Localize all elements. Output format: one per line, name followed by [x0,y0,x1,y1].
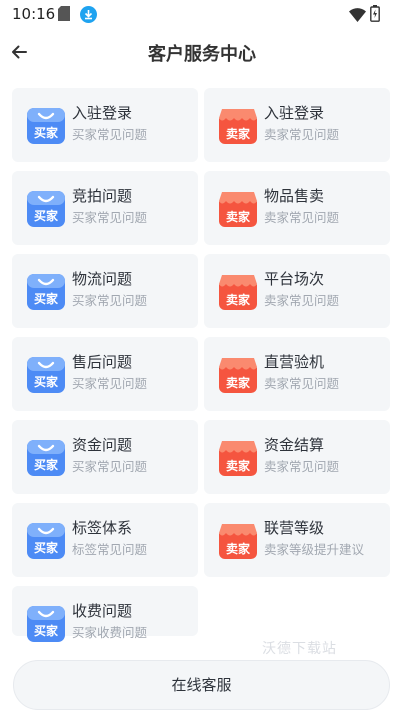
buyer-bag-icon: 买家 [26,272,66,312]
help-topic-subtitle: 买家常见问题 [72,127,148,142]
seller-shop-icon: 卖家 [218,106,258,146]
status-time: 10:16 [12,5,56,23]
svg-text:卖家: 卖家 [226,126,251,141]
online-service-button[interactable]: 在线客服 [13,660,390,710]
help-topic-title: 售后问题 [72,353,133,371]
help-topic-card[interactable]: 买家 标签体系标签常见问题 [12,503,198,577]
help-topic-card[interactable]: 买家 入驻登录买家常见问题 [12,88,198,162]
help-topic-subtitle: 买家收费问题 [72,625,148,640]
page-title: 客户服务中心 [148,44,256,65]
help-topic-subtitle: 买家常见问题 [72,293,148,308]
download-icon [80,6,97,27]
help-topic-card[interactable]: 买家 收费问题 买家收费问题 [12,586,198,642]
help-topic-card[interactable]: 卖家 物品售卖卖家常见问题 [204,171,390,245]
help-topic-title: 竞拍问题 [72,187,133,205]
seller-shop-icon: 卖家 [218,355,258,395]
seller-shop-icon: 卖家 [218,189,258,229]
help-topic-card[interactable]: 买家 资金问题买家常见问题 [12,420,198,494]
help-topic-subtitle: 卖家等级提升建议 [264,542,365,557]
status-bar: 10:16 [0,0,404,32]
svg-text:卖家: 卖家 [226,541,251,556]
sd-card-icon [58,6,70,25]
buyer-bag-icon: 买家 [26,604,66,644]
svg-text:买家: 买家 [34,623,59,638]
buyer-bag-icon: 买家 [26,355,66,395]
help-topic-title: 物流问题 [72,270,133,288]
help-topic-title: 资金结算 [264,436,325,454]
help-topic-title: 收费问题 [72,602,133,620]
battery-icon [370,5,380,26]
nav-bar: 客户服务中心 [0,32,404,76]
help-topic-title: 标签体系 [72,519,133,537]
wifi-icon [349,7,366,26]
svg-text:买家: 买家 [34,125,59,140]
seller-shop-icon: 卖家 [218,521,258,561]
seller-shop-icon: 卖家 [218,438,258,478]
svg-text:卖家: 卖家 [226,292,251,307]
help-topic-title: 入驻登录 [264,104,325,122]
help-topic-card[interactable]: 卖家 资金结算卖家常见问题 [204,420,390,494]
help-topic-subtitle: 买家常见问题 [72,376,148,391]
help-topic-subtitle: 卖家常见问题 [264,127,340,142]
help-topic-subtitle: 买家常见问题 [72,459,148,474]
help-topic-subtitle: 标签常见问题 [72,542,148,557]
help-topic-subtitle: 卖家常见问题 [264,376,340,391]
help-topic-subtitle: 卖家常见问题 [264,210,340,225]
help-topic-title: 直营验机 [264,353,325,371]
buyer-bag-icon: 买家 [26,189,66,229]
svg-text:买家: 买家 [34,457,59,472]
seller-shop-icon: 卖家 [218,272,258,312]
watermark-text: 沃德下载站 [262,641,337,657]
help-topic-card[interactable]: 买家 售后问题买家常见问题 [12,337,198,411]
help-topic-card[interactable]: 卖家 直营验机卖家常见问题 [204,337,390,411]
help-topic-card[interactable]: 买家 物流问题买家常见问题 [12,254,198,328]
svg-text:买家: 买家 [34,374,59,389]
help-topic-title: 物品售卖 [264,187,325,205]
help-topic-subtitle: 买家常见问题 [72,210,148,225]
help-topic-subtitle: 卖家常见问题 [264,459,340,474]
help-topic-card[interactable]: 买家 竞拍问题买家常见问题 [12,171,198,245]
svg-text:买家: 买家 [34,540,59,555]
svg-text:买家: 买家 [34,208,59,223]
svg-text:买家: 买家 [34,291,59,306]
help-topic-card[interactable]: 卖家 联营等级卖家等级提升建议 [204,503,390,577]
help-topic-subtitle: 卖家常见问题 [264,293,340,308]
svg-text:卖家: 卖家 [226,458,251,473]
help-topic-title: 资金问题 [72,436,133,454]
help-topic-card[interactable]: 卖家 入驻登录卖家常见问题 [204,88,390,162]
svg-text:卖家: 卖家 [226,209,251,224]
buyer-bag-icon: 买家 [26,521,66,561]
buyer-bag-icon: 买家 [26,438,66,478]
buyer-bag-icon: 买家 [26,106,66,146]
help-topic-card[interactable]: 卖家 平台场次卖家常见问题 [204,254,390,328]
help-topic-title: 联营等级 [264,519,325,537]
help-topic-title: 平台场次 [264,270,325,288]
svg-text:卖家: 卖家 [226,375,251,390]
help-topic-title: 入驻登录 [72,104,133,122]
